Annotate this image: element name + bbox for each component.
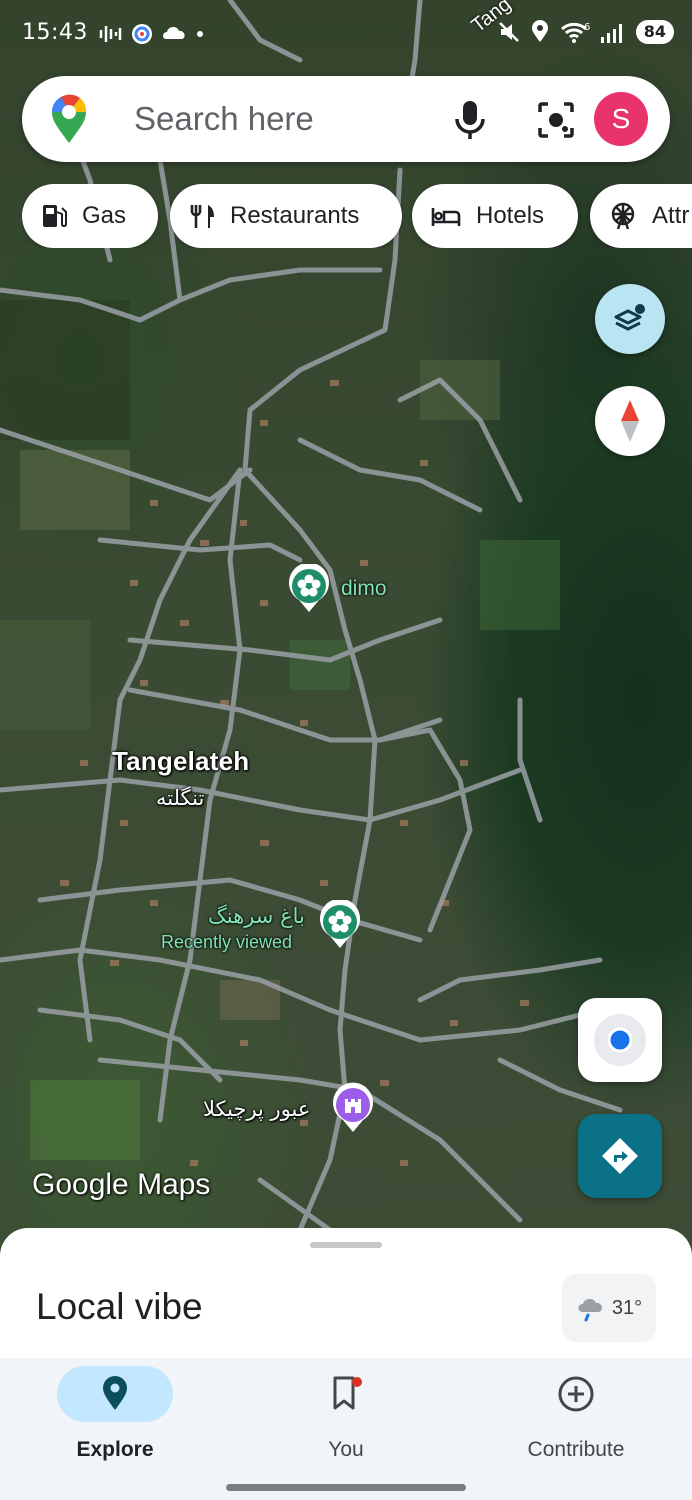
nav-explore-indicator (57, 1366, 173, 1422)
nav-label: Contribute (527, 1438, 625, 1461)
svg-text:6: 6 (584, 22, 590, 33)
sheet-drag-handle[interactable] (310, 1242, 382, 1248)
chip-label: Gas (82, 202, 127, 229)
flower-icon (320, 900, 360, 948)
mic-icon[interactable] (450, 98, 490, 147)
weather-temp: 31° (611, 1296, 643, 1319)
directions-button[interactable] (578, 1114, 662, 1198)
compass-icon (621, 400, 639, 442)
poi-label-dimo[interactable]: dimo (341, 577, 387, 601)
account-avatar[interactable]: S (594, 92, 648, 146)
chip-label: Hotels (476, 202, 545, 229)
directions-icon (602, 1138, 638, 1174)
weather-chip[interactable]: 31° (562, 1274, 656, 1342)
bookmark-icon (333, 1376, 362, 1410)
dot-icon (197, 31, 203, 37)
lens-camera-icon[interactable] (534, 98, 578, 147)
signal-icon (600, 24, 622, 43)
assistant-icon (132, 24, 152, 44)
castle-icon (333, 1082, 373, 1132)
google-maps-watermark: Google Maps (32, 1168, 211, 1201)
nav-label: Explore (76, 1438, 154, 1461)
place-name: Tangelateh (112, 746, 250, 776)
category-chips: Gas Restaurants Hotels Attr (22, 184, 692, 248)
location-icon (531, 20, 548, 42)
fork-knife-icon (190, 205, 214, 228)
nav-you-indicator (288, 1366, 404, 1422)
poi-label-landmark[interactable]: عبور پرچیکلا (203, 1097, 310, 1121)
soundwave-icon (99, 26, 122, 42)
sheet-title: Local vibe (36, 1286, 203, 1327)
nav-you[interactable]: You (256, 1366, 436, 1462)
google-maps-pin-icon (50, 94, 88, 149)
search-bar[interactable]: Search here S (22, 76, 670, 162)
poi-recently-viewed: Recently viewed (161, 932, 293, 952)
notification-icons (98, 22, 204, 46)
mute-icon (498, 22, 519, 42)
pin-icon (103, 1376, 127, 1410)
system-icons: 6 84 (498, 20, 674, 44)
chip-gas[interactable]: Gas (22, 184, 158, 248)
compass-button[interactable] (595, 386, 665, 456)
search-input[interactable]: Search here (134, 100, 314, 138)
layers-icon (614, 304, 645, 331)
chip-attractions[interactable]: Attr (590, 184, 692, 248)
bottom-navigation: Explore You Contribute (0, 1358, 692, 1500)
chip-label: Attr (652, 202, 690, 229)
layers-button[interactable] (595, 284, 665, 354)
status-bar: 15:43 6 84 (0, 0, 692, 64)
flower-icon (289, 564, 329, 612)
bed-icon (431, 208, 461, 226)
nav-contribute-indicator (518, 1366, 634, 1422)
battery-indicator: 84 (635, 20, 674, 44)
ferris-wheel-icon (611, 202, 635, 230)
my-location-button[interactable] (578, 998, 662, 1082)
chip-restaurants[interactable]: Restaurants (170, 184, 402, 248)
gas-station-icon (43, 205, 67, 228)
chip-label: Restaurants (230, 202, 360, 229)
nav-contribute[interactable]: Contribute (486, 1366, 666, 1462)
nav-explore[interactable]: Explore (25, 1366, 205, 1462)
status-time: 15:43 (22, 20, 88, 45)
poi-label-garden[interactable]: باغ سرهنگ (208, 904, 305, 928)
chip-hotels[interactable]: Hotels (412, 184, 578, 248)
place-name-local: تنگلته (156, 786, 205, 810)
rain-cloud-icon (578, 1298, 602, 1322)
explore-sheet[interactable]: Local vibe 31° (0, 1228, 692, 1368)
my-location-icon (594, 1014, 646, 1066)
plus-circle-icon (558, 1376, 594, 1412)
wifi-icon: 6 (560, 22, 590, 43)
cloud-app-icon (163, 26, 185, 39)
gesture-bar[interactable] (226, 1484, 466, 1491)
nav-label: You (328, 1438, 364, 1461)
